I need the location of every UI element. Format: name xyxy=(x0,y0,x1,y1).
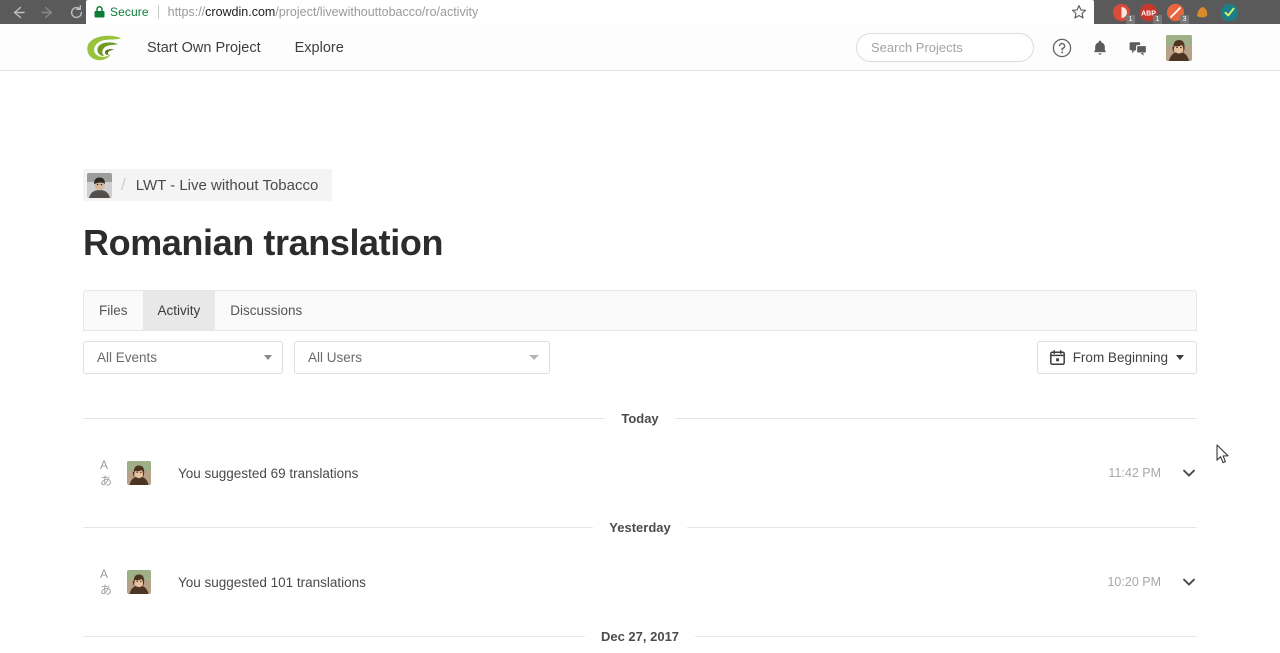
notifications-button[interactable] xyxy=(1090,38,1110,58)
avatar-image xyxy=(127,461,151,485)
translation-type-icon: Aあ xyxy=(100,566,112,597)
date-separator-today: Today xyxy=(83,391,1198,446)
date-separator-label: Dec 27, 2017 xyxy=(600,629,680,644)
lock-icon xyxy=(94,6,105,18)
extension-adblock-icon[interactable]: 1 xyxy=(1112,3,1135,24)
site-header: Start Own Project Explore xyxy=(0,24,1280,71)
activity-feed: Today Aあ You suggested 69 translations 1… xyxy=(83,391,1198,653)
users-filter-dropdown[interactable]: All Users xyxy=(294,341,550,374)
tab-bar: Files Activity Discussions xyxy=(83,290,1197,331)
security-label: Secure xyxy=(110,5,149,19)
events-filter-label: All Events xyxy=(97,350,158,365)
mouse-pointer-icon xyxy=(1216,444,1229,464)
activity-user-avatar[interactable] xyxy=(127,570,151,594)
browser-nav-buttons xyxy=(0,1,90,23)
separator-line xyxy=(83,636,585,637)
url-scheme: https:// xyxy=(167,5,206,19)
filter-row: All Events All Users From Beginning xyxy=(83,341,1197,374)
nav-explore[interactable]: Explore xyxy=(295,40,344,56)
tab-activity[interactable]: Activity xyxy=(142,291,216,330)
address-bar[interactable]: Secure https://crowdin.com/project/livew… xyxy=(86,0,1094,24)
primary-nav: Start Own Project Explore xyxy=(147,24,344,71)
breadcrumb-separator: / xyxy=(121,175,126,194)
date-separator-label: Today xyxy=(621,411,659,426)
help-circle-icon xyxy=(1052,38,1072,57)
url-text: https://crowdin.com/project/livewithoutt… xyxy=(168,5,479,19)
separator-line xyxy=(83,418,606,419)
browser-toolbar: Secure https://crowdin.com/project/livew… xyxy=(0,0,1280,24)
tab-discussions[interactable]: Discussions xyxy=(215,291,317,330)
date-range-label: From Beginning xyxy=(1072,350,1168,365)
extension-badge: 3 xyxy=(1180,14,1189,24)
messages-button[interactable] xyxy=(1128,38,1148,58)
chevron-down-icon[interactable] xyxy=(1182,466,1196,480)
crowdin-logo-icon xyxy=(87,35,121,61)
chevron-down-icon xyxy=(529,355,539,360)
separator-line xyxy=(695,636,1198,637)
calendar-icon xyxy=(1049,350,1065,365)
extension-honey-icon[interactable] xyxy=(1193,3,1212,22)
back-arrow-icon xyxy=(13,6,25,18)
events-filter-dropdown[interactable]: All Events xyxy=(83,341,283,374)
date-separator-label: Yesterday xyxy=(609,520,671,535)
chevron-down-icon xyxy=(264,355,272,360)
bell-icon xyxy=(1093,40,1107,55)
date-range-button[interactable]: From Beginning xyxy=(1036,341,1197,374)
page-title: Romanian translation xyxy=(83,222,444,263)
extension-tray: 1 ABP 1 3 xyxy=(1112,0,1239,24)
activity-timestamp: 11:42 PM xyxy=(1108,466,1161,480)
caret-down-icon xyxy=(1176,355,1184,360)
user-avatar[interactable] xyxy=(1166,34,1192,61)
star-icon xyxy=(1071,5,1087,19)
header-actions xyxy=(856,24,1192,71)
forward-button[interactable] xyxy=(34,1,61,23)
tab-files[interactable]: Files xyxy=(84,291,143,330)
activity-row[interactable]: Aあ You suggested 69 translations 11:42 P… xyxy=(83,446,1197,500)
search-projects-box[interactable] xyxy=(856,33,1047,62)
extension-abp-icon[interactable]: ABP 1 xyxy=(1139,3,1162,24)
extension-badge: 1 xyxy=(1126,14,1135,24)
chevron-down-icon[interactable] xyxy=(1182,575,1196,589)
extension-pen-tool-icon[interactable]: 3 xyxy=(1166,3,1189,24)
date-separator-yesterday: Yesterday xyxy=(83,500,1197,555)
translation-type-icon: Aあ xyxy=(100,457,112,488)
avatar-image xyxy=(87,172,112,198)
separator-line xyxy=(674,418,1198,419)
project-owner-avatar[interactable] xyxy=(87,172,112,198)
extension-checkmark-icon[interactable] xyxy=(1220,3,1239,22)
activity-row[interactable]: Aあ You suggested 101 translations 10:20 … xyxy=(83,555,1197,609)
search-input[interactable] xyxy=(871,40,1047,55)
reload-icon xyxy=(70,4,83,18)
activity-description: You suggested 69 translations xyxy=(178,465,359,481)
crowdin-logo[interactable] xyxy=(85,33,123,63)
activity-user-avatar[interactable] xyxy=(127,461,151,485)
chat-bubbles-icon xyxy=(1129,41,1147,56)
nav-start-own-project[interactable]: Start Own Project xyxy=(147,40,261,56)
url-host: crowdin.com xyxy=(205,5,276,19)
url-path: /project/livewithouttobacco/ro/activity xyxy=(275,5,479,19)
avatar-image xyxy=(1166,34,1192,61)
avatar-image xyxy=(127,570,151,594)
users-filter-label: All Users xyxy=(308,350,363,365)
activity-timestamp: 10:20 PM xyxy=(1107,575,1161,589)
extension-badge: 1 xyxy=(1153,14,1162,24)
separator-line xyxy=(83,527,594,528)
breadcrumb: / LWT - Live without Tobacco xyxy=(83,169,333,201)
forward-arrow-icon xyxy=(41,6,53,18)
breadcrumb-project-name[interactable]: LWT - Live without Tobacco xyxy=(136,177,319,194)
help-button[interactable] xyxy=(1052,38,1072,58)
back-button[interactable] xyxy=(5,1,32,23)
omnibox-divider xyxy=(157,5,159,19)
date-separator-dec-27-2017: Dec 27, 2017 xyxy=(83,609,1198,653)
activity-description: You suggested 101 translations xyxy=(178,574,366,590)
bookmark-button[interactable] xyxy=(1070,3,1088,21)
separator-line xyxy=(686,527,1197,528)
